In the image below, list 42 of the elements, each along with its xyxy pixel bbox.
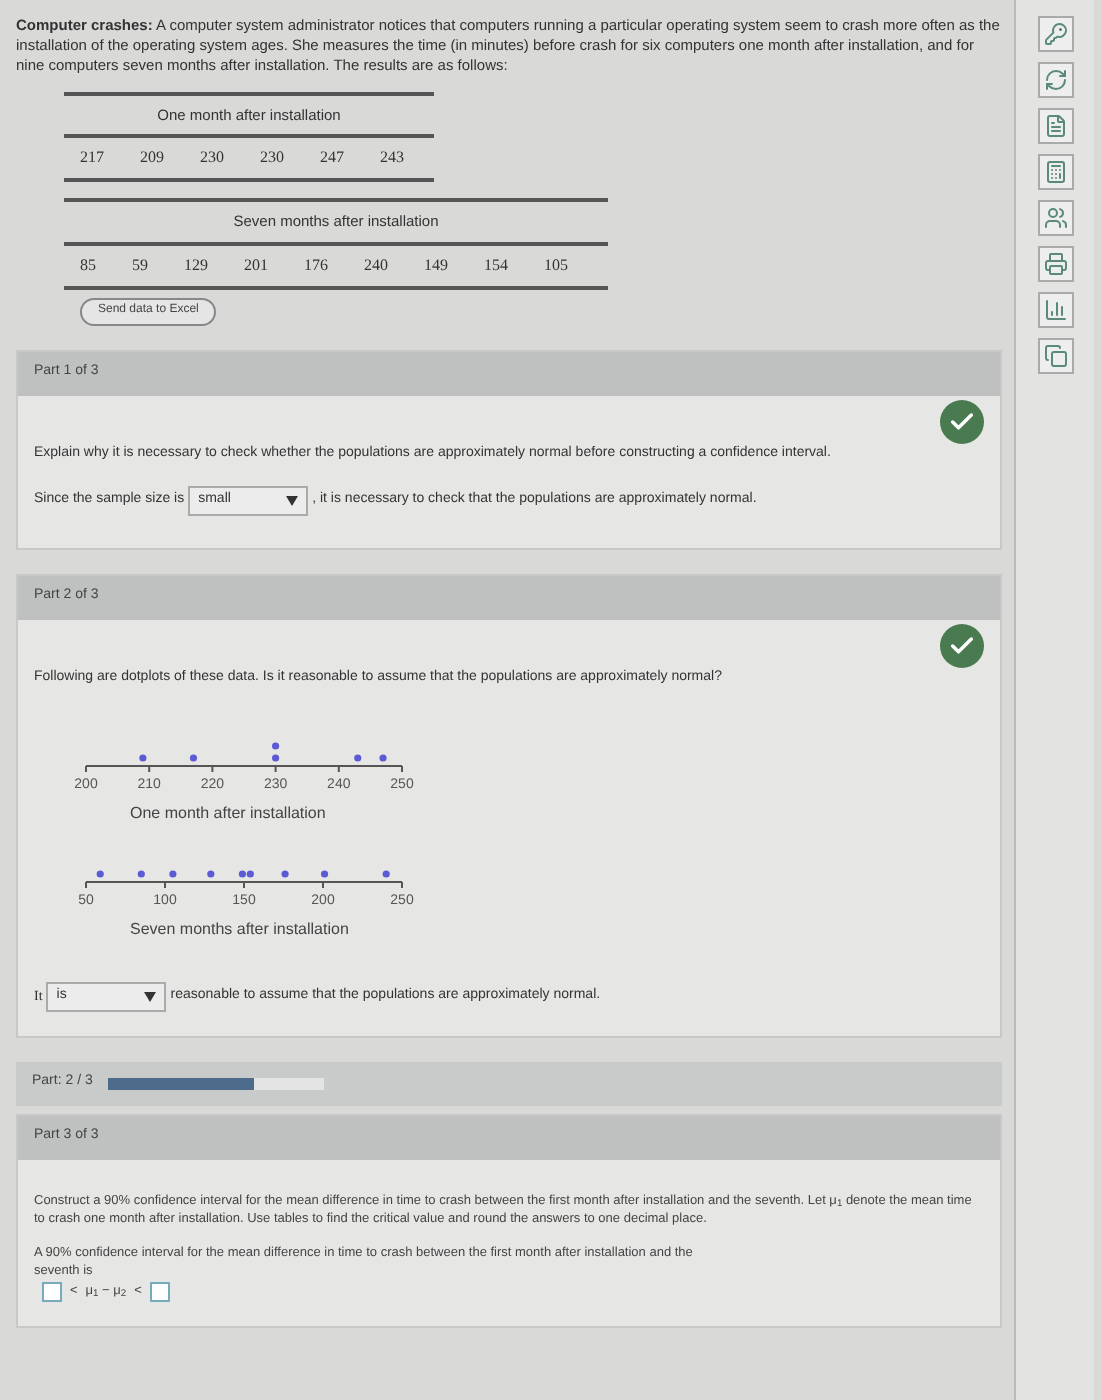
data-dot	[354, 753, 362, 761]
data-dot	[207, 869, 215, 877]
table-cell: 85	[80, 253, 96, 277]
key-icon[interactable]	[1037, 16, 1073, 52]
data-dot	[379, 753, 387, 761]
table-cell: 154	[484, 253, 508, 277]
table-cell: 105	[544, 253, 568, 277]
data-dot	[272, 753, 280, 761]
data-dot	[281, 869, 289, 877]
table-cell: 243	[380, 146, 404, 171]
people-icon[interactable]	[1037, 200, 1073, 236]
table-cell: 59	[132, 253, 148, 277]
caret-icon	[144, 991, 157, 1001]
data-dot	[189, 753, 198, 761]
table-cell: 230	[200, 146, 224, 171]
document-icon[interactable]	[1037, 108, 1073, 144]
answer-box[interactable]	[149, 1282, 170, 1302]
caret-icon	[286, 495, 299, 505]
printer-icon[interactable]	[1037, 246, 1073, 282]
table-cell: 129	[184, 253, 208, 277]
data-dot	[321, 869, 329, 877]
data-dot	[137, 869, 145, 877]
data-dot	[382, 869, 390, 877]
data-dot	[169, 869, 177, 877]
table-cell: 149	[424, 253, 448, 277]
copy-icon[interactable]	[1037, 338, 1073, 374]
table-cell: 230	[260, 146, 284, 171]
calculator-icon[interactable]	[1037, 154, 1073, 190]
table-cell: 247	[320, 146, 344, 171]
data-dot	[96, 869, 104, 877]
bar-chart-icon[interactable]	[1037, 292, 1073, 328]
data-dot	[272, 741, 280, 749]
table-cell: 217	[80, 146, 104, 171]
table-cell: 240	[364, 253, 388, 277]
refresh-icon[interactable]	[1037, 62, 1073, 98]
table-cell: 201	[244, 253, 268, 277]
dotplot-caption: One month after installation	[130, 801, 326, 825]
table-cell: 176	[304, 253, 328, 277]
data-dot	[139, 753, 147, 761]
answer-box[interactable]	[42, 1282, 62, 1302]
dotplot-caption: Seven months after installation	[130, 917, 349, 941]
table-cell: 209	[140, 146, 164, 171]
